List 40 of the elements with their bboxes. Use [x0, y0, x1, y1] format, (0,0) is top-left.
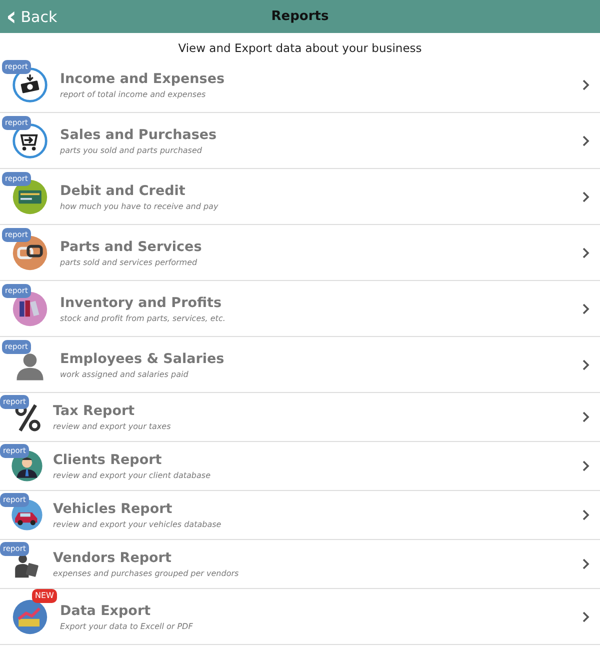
- chevron-right-icon: [582, 134, 590, 146]
- chevron-right-icon: [582, 509, 590, 521]
- chevron-right-icon: [582, 190, 590, 202]
- item-description: review and export your client database: [53, 471, 212, 480]
- chevron-right-icon: [582, 78, 590, 90]
- chevron-right-icon: [582, 246, 590, 258]
- item-title: Inventory and Profits: [60, 294, 222, 310]
- back-button[interactable]: ‹Back: [0, 2, 64, 30]
- item-title: Tax Report: [53, 403, 136, 419]
- item-description: stock and profit from parts, services, etc.: [60, 314, 226, 322]
- item-title: Debit and Credit: [60, 182, 186, 198]
- item-description: expenses and purchases grouped per vendors: [53, 569, 240, 578]
- chevron-right-icon: [582, 558, 590, 570]
- chevron-right-icon: [582, 460, 590, 472]
- item-title: Income and Expenses: [60, 70, 226, 86]
- item-title: Employees & Salaries: [60, 350, 226, 366]
- report-badge: NEW: [32, 589, 57, 603]
- report-list-item[interactable]: NEW Data Export Export your data to Excell or PDF: [0, 589, 600, 645]
- chart-icon: [11, 598, 49, 636]
- page-title: Reports: [271, 9, 329, 24]
- item-title: Vehicles Report: [53, 501, 174, 517]
- item-title: Parts and Services: [60, 238, 203, 254]
- item-description: how much you have to receive and pay: [60, 202, 220, 210]
- chevron-right-icon: [582, 358, 590, 370]
- chevron-right-icon: [582, 302, 590, 314]
- chevron-right-icon: [582, 411, 590, 423]
- item-description: parts you sold and parts purchased: [60, 146, 203, 154]
- item-description: work assigned and salaries paid: [60, 370, 190, 378]
- item-title: Vendors Report: [53, 550, 172, 566]
- item-title: Clients Report: [53, 452, 163, 468]
- item-title: Sales and Purchases: [60, 126, 218, 142]
- item-description: parts sold and services performed: [60, 258, 198, 266]
- item-description: report of total income and expenses: [60, 90, 207, 98]
- back-icon: ‹: [6, 4, 17, 28]
- item-description: review and export your vehicles database: [53, 520, 222, 529]
- chevron-right-icon: [582, 610, 590, 622]
- item-description: review and export your taxes: [53, 422, 172, 431]
- page-subtitle: View and Export data about your business: [177, 40, 423, 57]
- item-description: Export your data to Excell or PDF: [60, 622, 194, 630]
- item-title: Data Export: [60, 602, 152, 618]
